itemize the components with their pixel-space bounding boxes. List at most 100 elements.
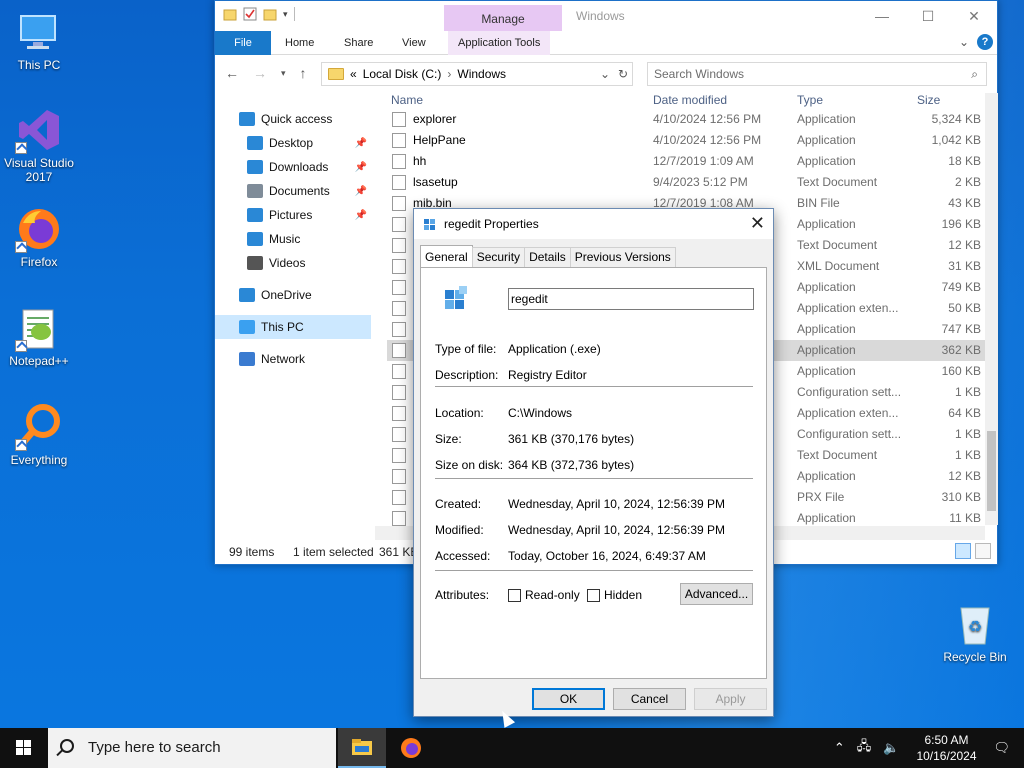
- selection-count: 1 item selected: [293, 545, 374, 559]
- breadcrumb-windows[interactable]: Windows: [457, 67, 506, 81]
- properties-check-icon[interactable]: [243, 7, 257, 21]
- address-bar-row: ← → ▾ ↑ « Local Disk (C:) › Windows ⌄ ↻ …: [215, 55, 997, 91]
- sidebar-item-network[interactable]: Network: [215, 347, 371, 371]
- shortcut-arrow-icon: [15, 142, 27, 154]
- window-title: Windows: [576, 9, 625, 23]
- table-row[interactable]: explorer 4/10/2024 12:56 PM Application 5,3…: [387, 109, 985, 130]
- vertical-scrollbar[interactable]: [985, 93, 998, 525]
- file-size: 362 KB: [941, 343, 981, 357]
- tab-previous-versions[interactable]: Previous Versions: [569, 247, 676, 267]
- help-icon[interactable]: ?: [977, 34, 993, 50]
- tab-details[interactable]: Details: [524, 247, 571, 267]
- search-box[interactable]: Search Windows ⌕: [647, 62, 987, 86]
- cancel-button[interactable]: Cancel: [613, 688, 686, 710]
- file-name-field[interactable]: regedit: [508, 288, 754, 310]
- scrollbar-thumb[interactable]: [987, 431, 996, 511]
- close-icon[interactable]: ✕: [750, 213, 765, 234]
- tab-application-tools[interactable]: Application Tools: [448, 31, 551, 55]
- chevron-up-icon[interactable]: ⌃: [834, 740, 845, 756]
- clock[interactable]: 6:50 AM 10/16/2024: [905, 732, 987, 764]
- read-only-checkbox[interactable]: Read-only: [508, 588, 580, 602]
- desktop-icon-this-pc[interactable]: This PC: [0, 8, 78, 72]
- checkbox-box[interactable]: [587, 588, 600, 602]
- file-type: BIN File: [797, 196, 840, 210]
- network-icon[interactable]: 🖧: [857, 737, 872, 759]
- tab-share[interactable]: Share: [344, 31, 373, 55]
- ok-button[interactable]: OK: [532, 688, 605, 710]
- sidebar-item-downloads[interactable]: Downloads 📌: [215, 155, 371, 179]
- volume-muted-icon[interactable]: 🔈: [883, 740, 899, 756]
- start-button[interactable]: [0, 728, 48, 768]
- desktop-icon-firefox[interactable]: Firefox: [0, 205, 78, 269]
- file-type: Application: [797, 364, 856, 378]
- table-row[interactable]: lsasetup 9/4/2023 5:12 PM Text Document 2 K…: [387, 172, 985, 193]
- close-icon[interactable]: ✕: [951, 1, 997, 31]
- maximize-icon[interactable]: ☐: [905, 1, 951, 31]
- customize-toolbar-icon[interactable]: ▾: [283, 9, 288, 20]
- table-row[interactable]: hh 12/7/2019 1:09 AM Application 18 KB: [387, 151, 985, 172]
- file-type: Text Document: [797, 238, 878, 252]
- shortcut-arrow-icon: [15, 340, 27, 352]
- recent-locations-icon[interactable]: ▾: [281, 65, 286, 81]
- apply-button[interactable]: Apply: [694, 688, 767, 710]
- notification-icon[interactable]: 🗨: [993, 740, 1010, 756]
- file-type: Application: [797, 343, 856, 357]
- tab-security[interactable]: Security: [471, 247, 526, 267]
- back-arrow-icon[interactable]: ←: [225, 65, 239, 81]
- hidden-label: Hidden: [604, 588, 643, 602]
- taskbar-file-explorer[interactable]: [338, 728, 386, 768]
- tab-manage[interactable]: Manage: [444, 5, 562, 33]
- minimize-icon[interactable]: —: [859, 1, 905, 31]
- desktop-icon-everything[interactable]: Everything: [0, 403, 78, 467]
- file-type: Application: [797, 322, 856, 336]
- large-icons-view-icon[interactable]: [975, 543, 991, 559]
- sidebar-item-pictures[interactable]: Pictures 📌: [215, 203, 371, 227]
- address-bar[interactable]: « Local Disk (C:) › Windows ⌄ ↻: [321, 62, 633, 86]
- sidebar-item-this-pc[interactable]: This PC: [215, 315, 371, 339]
- file-type: PRX File: [797, 490, 845, 504]
- pin-icon[interactable]: 📌: [355, 210, 367, 221]
- breadcrumb-separator-icon: ›: [447, 67, 452, 81]
- tab-file[interactable]: File: [215, 31, 271, 55]
- title-bar: ▾ Manage Windows — ☐ ✕: [215, 1, 997, 33]
- tab-home[interactable]: Home: [285, 31, 314, 55]
- file-icon: [392, 448, 406, 463]
- desktop-icon-visual-studio[interactable]: Visual Studio 2017: [0, 106, 78, 184]
- sidebar-item-videos[interactable]: Videos: [215, 251, 371, 275]
- hidden-checkbox[interactable]: Hidden: [587, 588, 642, 602]
- breadcrumb-overflow[interactable]: «: [350, 67, 357, 81]
- taskbar-firefox[interactable]: [388, 728, 436, 768]
- sidebar-item-quick-access[interactable]: Quick access: [215, 107, 371, 131]
- sidebar-item-label: Network: [261, 352, 306, 366]
- file-name: HelpPane: [413, 133, 466, 147]
- sidebar-item-desktop[interactable]: Desktop 📌: [215, 131, 371, 155]
- expand-ribbon-icon[interactable]: ⌄: [959, 35, 969, 49]
- checkbox-box[interactable]: [508, 588, 521, 602]
- address-dropdown-icon[interactable]: ⌄: [600, 67, 610, 81]
- breadcrumb-local-disk[interactable]: Local Disk (C:): [363, 67, 442, 81]
- windows-logo-icon: [16, 740, 32, 756]
- up-arrow-icon[interactable]: ↑: [300, 65, 307, 81]
- taskbar-search[interactable]: Type here to search: [48, 728, 336, 768]
- advanced-button[interactable]: Advanced...: [680, 583, 753, 605]
- file-type: Application: [797, 154, 856, 168]
- file-name: explorer: [413, 112, 457, 126]
- network-icon: [239, 352, 255, 366]
- sidebar-item-onedrive[interactable]: OneDrive: [215, 283, 371, 307]
- desktop-icon-notepadpp[interactable]: Notepad++: [0, 304, 78, 368]
- firefox-icon: [401, 738, 421, 758]
- new-folder-icon[interactable]: [263, 7, 277, 21]
- details-view-icon[interactable]: [955, 543, 971, 559]
- forward-arrow-icon[interactable]: →: [253, 65, 267, 81]
- pin-icon[interactable]: 📌: [355, 162, 367, 173]
- pin-icon[interactable]: 📌: [355, 186, 367, 197]
- pin-icon[interactable]: 📌: [355, 138, 367, 149]
- desktop-icon-recycle-bin[interactable]: ♻ Recycle Bin: [936, 600, 1014, 664]
- tab-general[interactable]: General: [420, 245, 473, 267]
- sidebar-item-music[interactable]: Music: [215, 227, 371, 251]
- tab-view[interactable]: View: [402, 31, 426, 55]
- refresh-icon[interactable]: ↻: [618, 67, 628, 81]
- type-value: Application (.exe): [508, 342, 601, 356]
- sidebar-item-documents[interactable]: Documents 📌: [215, 179, 371, 203]
- table-row[interactable]: HelpPane 4/10/2024 12:56 PM Application 1,0…: [387, 130, 985, 151]
